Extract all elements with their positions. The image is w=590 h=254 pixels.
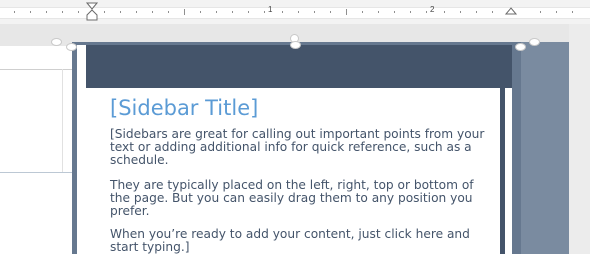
resize-handle-top-left[interactable] xyxy=(52,39,61,45)
ruler-tick xyxy=(298,11,299,13)
ruler-tick xyxy=(264,11,265,13)
sidebar-paragraph[interactable]: They are typically placed on the left, r… xyxy=(110,179,490,218)
horizontal-ruler[interactable]: 1 2 xyxy=(0,0,590,25)
resize-handle-top-right[interactable] xyxy=(530,39,539,45)
ruler-tick xyxy=(232,11,233,13)
left-indent-marker[interactable] xyxy=(86,2,98,22)
ruler-tick xyxy=(426,11,427,13)
ruler-tick xyxy=(152,11,153,13)
sidebar-header-band xyxy=(86,45,512,88)
ruler-tick xyxy=(120,11,121,13)
ruler-tick xyxy=(492,11,493,13)
page-line xyxy=(62,69,63,172)
ruler-tick xyxy=(14,11,15,13)
ruler-tick xyxy=(476,11,477,13)
right-indent-marker[interactable] xyxy=(505,2,517,16)
ruler-tick xyxy=(362,11,363,13)
rotate-handle[interactable] xyxy=(291,35,298,42)
ruler-tick xyxy=(282,11,283,13)
ruler-tick xyxy=(136,11,137,13)
ruler-tick xyxy=(216,11,217,13)
ruler-tick xyxy=(30,11,31,13)
ruler-tick xyxy=(314,11,315,13)
sidebar-paragraph[interactable]: [Sidebars are great for calling out impo… xyxy=(110,128,490,167)
ruler-number-1: 1 xyxy=(268,5,273,14)
sidebar-inner-margin xyxy=(77,45,86,254)
ruler-tick xyxy=(62,11,63,13)
ruler-tick xyxy=(78,11,79,13)
ruler-tick xyxy=(556,11,557,13)
ruler-tick xyxy=(444,11,445,13)
sidebar-inner-margin xyxy=(505,88,512,254)
left-page-area xyxy=(0,46,73,254)
sidebar-title[interactable]: [Sidebar Title] xyxy=(110,96,258,120)
ruler-tick xyxy=(572,11,573,13)
resize-handle-top-center[interactable] xyxy=(291,42,300,48)
ruler-tick xyxy=(168,11,169,13)
ruler-tick xyxy=(330,11,331,13)
ruler-tick xyxy=(540,11,541,13)
canvas-margin xyxy=(569,24,590,254)
resize-handle-top-left-inner[interactable] xyxy=(67,44,76,50)
page-line xyxy=(0,172,72,173)
ruler-tick xyxy=(184,9,185,15)
ruler-tick xyxy=(346,9,347,15)
ruler-tick xyxy=(394,11,395,13)
ruler-tick xyxy=(248,11,249,13)
resize-handle-top-right-inner[interactable] xyxy=(516,44,525,50)
sidebar-shape-edge xyxy=(521,42,569,254)
ruler-tick xyxy=(410,11,411,13)
ruler-tick xyxy=(104,11,105,13)
ruler-tick xyxy=(378,11,379,13)
ruler-tick xyxy=(460,11,461,13)
ruler-tick xyxy=(46,11,47,13)
ruler-tick xyxy=(200,11,201,13)
ruler-number-2: 2 xyxy=(430,5,435,14)
sidebar-paragraph[interactable]: When you’re ready to add your content, j… xyxy=(110,228,490,254)
